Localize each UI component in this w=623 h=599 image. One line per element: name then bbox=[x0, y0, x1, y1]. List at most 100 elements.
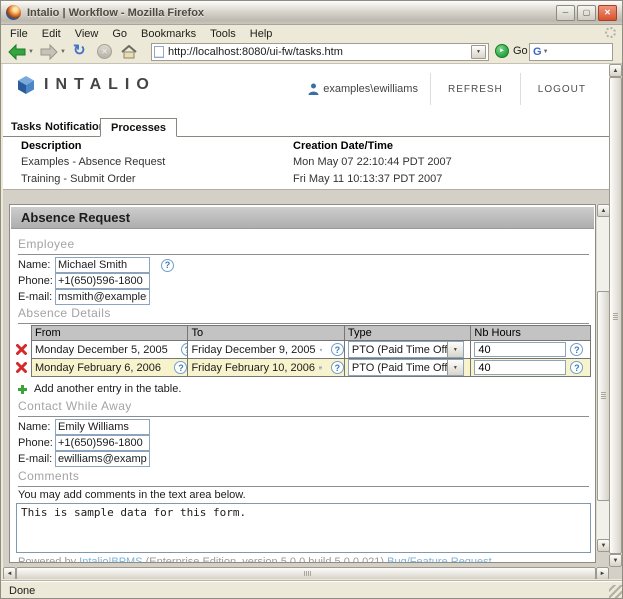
add-entry-button[interactable]: Add another entry in the table. bbox=[17, 383, 181, 395]
delete-row-icon[interactable] bbox=[16, 362, 27, 373]
scroll-down-icon[interactable]: ▼ bbox=[609, 554, 622, 567]
scroll-left-icon[interactable]: ◄ bbox=[3, 567, 16, 579]
scroll-right-icon[interactable]: ► bbox=[596, 567, 609, 579]
stop-button[interactable]: ✕ bbox=[97, 44, 112, 59]
from-date[interactable]: Monday December 5, 2005 bbox=[35, 344, 168, 356]
address-bar[interactable]: http://localhost:8080/ui-fw/tasks.htm ▼ bbox=[151, 43, 489, 61]
contact-email-field[interactable] bbox=[55, 451, 150, 467]
type-select-value: PTO (Paid Time Off) bbox=[349, 362, 447, 374]
menu-view[interactable]: View bbox=[68, 28, 106, 40]
stop-icon: ✕ bbox=[97, 44, 112, 59]
nb-hours-field[interactable] bbox=[474, 342, 566, 357]
type-select[interactable]: PTO (Paid Time Off) ▼ bbox=[348, 359, 464, 376]
process-row-description[interactable]: Training - Submit Order bbox=[21, 173, 136, 185]
back-dropdown-icon[interactable]: ▼ bbox=[28, 49, 34, 55]
maximize-button[interactable]: ▢ bbox=[577, 5, 596, 21]
scrollbar-thumb[interactable] bbox=[609, 77, 622, 554]
scroll-up-icon[interactable]: ▲ bbox=[609, 64, 622, 77]
contact-phone-field[interactable] bbox=[55, 435, 150, 451]
forward-dropdown-icon[interactable]: ▼ bbox=[60, 49, 66, 55]
intalio-cube-icon bbox=[17, 75, 35, 94]
search-engine-dropdown-icon[interactable]: ▼ bbox=[543, 49, 549, 55]
absence-details-table: From To Type Nb Hours Monday December 5,… bbox=[31, 325, 591, 377]
status-text: Done bbox=[9, 585, 35, 597]
chevron-down-icon[interactable]: ▼ bbox=[447, 360, 463, 375]
nb-hours-field[interactable] bbox=[474, 360, 566, 375]
help-icon[interactable]: ? bbox=[161, 259, 174, 272]
calendar-icon[interactable] bbox=[319, 362, 322, 374]
employee-name-field[interactable] bbox=[55, 257, 150, 273]
help-icon[interactable]: ? bbox=[331, 361, 344, 374]
go-icon: ► bbox=[495, 44, 509, 58]
help-icon[interactable]: ? bbox=[570, 343, 583, 356]
section-absence-details: Absence Details bbox=[18, 306, 589, 324]
to-date[interactable]: Friday December 9, 2005 bbox=[191, 344, 315, 356]
go-button[interactable]: ► Go bbox=[495, 44, 528, 58]
current-user: examples\ewilliams bbox=[308, 83, 430, 95]
refresh-button[interactable]: REFRESH bbox=[431, 84, 520, 95]
url-input[interactable]: http://localhost:8080/ui-fw/tasks.htm bbox=[168, 46, 471, 58]
activity-throbber-icon bbox=[605, 27, 616, 38]
scrollbar-thumb[interactable] bbox=[16, 567, 596, 579]
help-icon[interactable]: ? bbox=[570, 361, 583, 374]
menu-bookmarks[interactable]: Bookmarks bbox=[134, 28, 203, 40]
employee-email-field[interactable] bbox=[55, 289, 150, 305]
delete-row-icon[interactable] bbox=[16, 344, 27, 355]
reload-icon: ↻ bbox=[73, 43, 86, 58]
comments-instruction: You may add comments in the text area be… bbox=[18, 489, 246, 501]
employee-phone-label: Phone: bbox=[18, 275, 55, 287]
scrollbar-grip bbox=[304, 571, 311, 576]
resize-grip[interactable] bbox=[609, 585, 622, 598]
column-nb-hours: Nb Hours bbox=[471, 326, 590, 340]
search-input[interactable]: G ▼ bbox=[529, 43, 613, 61]
page-horizontal-scrollbar[interactable]: ◄ ► bbox=[3, 567, 609, 579]
minimize-button[interactable]: ─ bbox=[556, 5, 575, 21]
edition-text: (Enterprise Edition, version 5.0.0 build… bbox=[146, 556, 384, 563]
reload-button[interactable]: ↻ bbox=[73, 43, 86, 58]
help-icon[interactable]: ? bbox=[331, 343, 344, 356]
navigation-toolbar: ▼ ▼ ↻ ✕ http://localhost:8080/ui-fw/task… bbox=[1, 41, 622, 64]
logo-text: INTALIO bbox=[44, 76, 156, 94]
home-button[interactable] bbox=[121, 45, 137, 59]
to-date[interactable]: Friday February 10, 2006 bbox=[191, 362, 315, 374]
calendar-icon[interactable] bbox=[320, 344, 322, 356]
form-scrollbar[interactable]: ▲ ▼ bbox=[596, 204, 609, 552]
process-row-creation: Mon May 07 22:10:44 PDT 2007 bbox=[293, 156, 452, 168]
menu-edit[interactable]: Edit bbox=[35, 28, 68, 40]
logout-button[interactable]: LOGOUT bbox=[521, 84, 603, 95]
contact-phone-label: Phone: bbox=[18, 437, 55, 449]
process-row-description[interactable]: Examples - Absence Request bbox=[21, 156, 165, 168]
menu-help[interactable]: Help bbox=[243, 28, 280, 40]
contact-name-field[interactable] bbox=[55, 419, 150, 435]
forward-button[interactable]: ▼ bbox=[39, 43, 66, 61]
back-button[interactable]: ▼ bbox=[7, 43, 34, 61]
column-from: From bbox=[32, 326, 188, 340]
app-header-area: INTALIO examples\ewilliams REFRESH LOGOU… bbox=[3, 64, 609, 190]
title-bar[interactable]: Intalio | Workflow - Mozilla Firefox ─ ▢… bbox=[1, 1, 622, 25]
page-vertical-scrollbar[interactable]: ▲ ▼ bbox=[609, 64, 622, 567]
address-dropdown-icon[interactable]: ▼ bbox=[471, 45, 486, 59]
scrollbar-grip bbox=[601, 392, 606, 399]
intalio-bpms-link[interactable]: Intalio|BPMS bbox=[79, 556, 142, 563]
comments-textarea[interactable]: This is sample data for this form. bbox=[16, 503, 591, 553]
employee-phone-field[interactable] bbox=[55, 273, 150, 289]
menu-go[interactable]: Go bbox=[105, 28, 134, 40]
tab-processes[interactable]: Processes bbox=[100, 118, 177, 137]
bug-feature-request-link[interactable]: Bug/Feature Request bbox=[387, 556, 492, 563]
menu-file[interactable]: File bbox=[3, 28, 35, 40]
column-header-description: Description bbox=[21, 140, 82, 152]
help-icon[interactable]: ? bbox=[174, 361, 187, 374]
help-icon[interactable]: ? bbox=[181, 343, 189, 356]
type-select[interactable]: PTO (Paid Time Off) ▼ bbox=[348, 341, 464, 358]
menu-bar: File Edit View Go Bookmarks Tools Help bbox=[1, 26, 622, 41]
from-date[interactable]: Monday February 6, 2006 bbox=[35, 362, 161, 374]
home-icon bbox=[121, 45, 137, 59]
details-row: Monday February 6, 2006 ? Friday Februar… bbox=[32, 358, 590, 376]
tab-tasks[interactable]: Tasks bbox=[11, 121, 41, 133]
process-row-creation: Fri May 11 10:13:37 PDT 2007 bbox=[293, 173, 442, 185]
chevron-down-icon[interactable]: ▼ bbox=[447, 342, 463, 357]
section-contact: Contact While Away bbox=[18, 399, 589, 417]
firefox-icon bbox=[6, 5, 21, 20]
menu-tools[interactable]: Tools bbox=[203, 28, 243, 40]
close-button[interactable]: ✕ bbox=[598, 5, 617, 21]
